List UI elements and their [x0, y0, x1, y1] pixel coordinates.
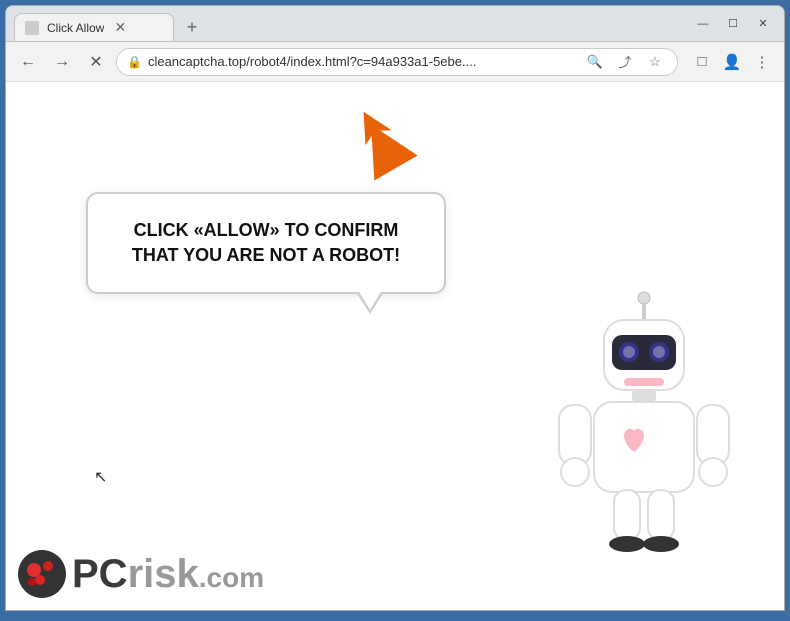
toolbar-icons: □ 👤 ⋮ — [688, 48, 776, 76]
cursor-indicator: ↖ — [94, 467, 107, 487]
title-bar: Click Allow ✕ + — ☐ ✕ — [6, 6, 784, 42]
logo-pc: PC — [72, 552, 128, 596]
maximize-button[interactable]: ☐ — [720, 14, 746, 34]
extensions-button[interactable]: □ — [688, 48, 716, 76]
tab-title: Click Allow — [47, 21, 104, 35]
robot-svg — [544, 290, 744, 570]
browser-window: Click Allow ✕ + — ☐ ✕ ← → ✕ 🔒 cleancaptc… — [5, 5, 785, 611]
close-button[interactable]: ✕ — [750, 14, 776, 34]
search-icon-btn[interactable]: 🔍 — [583, 50, 607, 74]
address-bar-row: ← → ✕ 🔒 cleancaptcha.top/robot4/index.ht… — [6, 42, 784, 82]
bubble-text: CLICK «ALLOW» TO CONFIRM THAT YOU ARE NO… — [108, 218, 424, 268]
back-button[interactable]: ← — [14, 48, 42, 76]
window-controls: — ☐ ✕ — [690, 14, 776, 34]
address-icons: 🔍 ⤴ ☆ — [583, 50, 667, 74]
page-content: CLICK «ALLOW» TO CONFIRM THAT YOU ARE NO… — [6, 82, 784, 610]
share-icon-btn[interactable]: ⤴ — [613, 50, 637, 74]
lock-icon: 🔒 — [127, 55, 142, 69]
address-box[interactable]: 🔒 cleancaptcha.top/robot4/index.html?c=9… — [116, 48, 678, 76]
new-tab-button[interactable]: + — [178, 13, 206, 41]
tab-area: Click Allow ✕ + — [14, 6, 682, 41]
logo-text-area: PCrisk.com — [72, 552, 264, 597]
tab-close-button[interactable]: ✕ — [112, 20, 128, 36]
forward-button[interactable]: → — [48, 48, 76, 76]
logo-domain: .com — [199, 562, 264, 593]
speech-bubble: CLICK «ALLOW» TO CONFIRM THAT YOU ARE NO… — [86, 192, 446, 294]
active-tab[interactable]: Click Allow ✕ — [14, 13, 174, 41]
tab-favicon — [25, 21, 39, 35]
reload-button[interactable]: ✕ — [82, 48, 110, 76]
robot-container — [544, 290, 744, 570]
pcrisk-logo: PCrisk.com — [16, 548, 264, 600]
bookmark-icon-btn[interactable]: ☆ — [643, 50, 667, 74]
url-text: cleancaptcha.top/robot4/index.html?c=94a… — [148, 54, 577, 69]
arrow-svg — [346, 102, 426, 182]
minimize-button[interactable]: — — [690, 14, 716, 34]
pcrisk-logo-icon — [16, 548, 68, 600]
logo-risk: risk — [128, 552, 199, 596]
profile-button[interactable]: 👤 — [718, 48, 746, 76]
menu-button[interactable]: ⋮ — [748, 48, 776, 76]
